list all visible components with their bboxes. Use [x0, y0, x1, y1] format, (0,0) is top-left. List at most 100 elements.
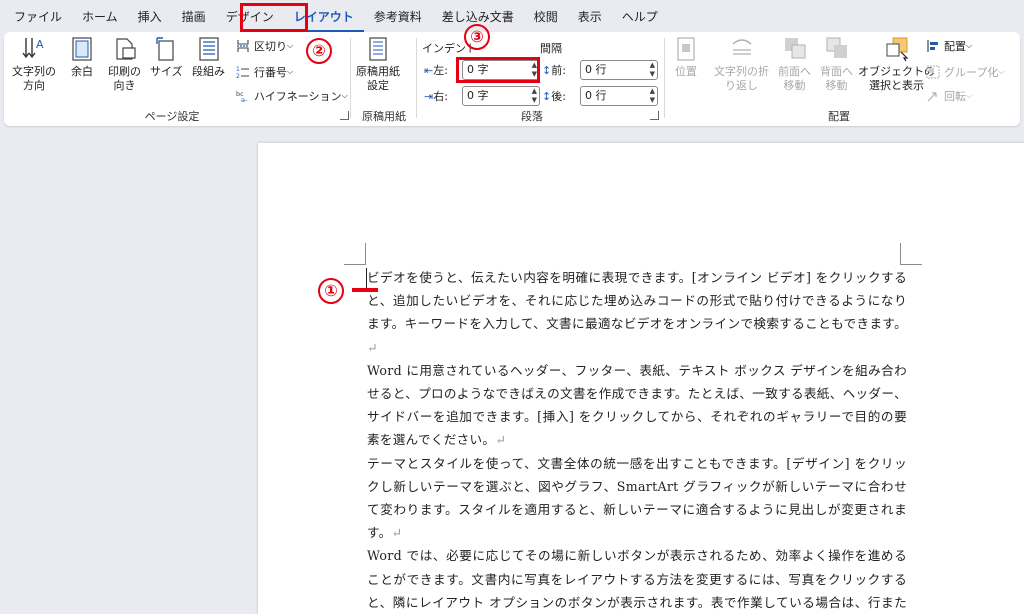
- svg-text:A: A: [36, 38, 44, 51]
- callout-two: ②: [306, 38, 332, 64]
- indent-right-label: ⇥右:: [424, 90, 448, 103]
- spacing-before-label: ↕前:: [542, 64, 566, 77]
- tab-review[interactable]: 校閲: [524, 2, 568, 32]
- tab-insert[interactable]: 挿入: [128, 2, 172, 32]
- tab-references[interactable]: 参考資料: [364, 2, 432, 32]
- hyphenation-icon: bc a-: [236, 90, 248, 103]
- paragraph[interactable]: ビデオを使うと、伝えたい内容を明確に表現できます。[オンライン ビデオ] をクリ…: [367, 266, 907, 359]
- wrap-text-button[interactable]: 文字列の折 り返し: [714, 36, 769, 93]
- spacing-after-input[interactable]: 0 行 ▲ ▼: [580, 86, 658, 106]
- document-body[interactable]: ビデオを使うと、伝えたい内容を明確に表現できます。[オンライン ビデオ] をクリ…: [367, 266, 907, 614]
- tab-view[interactable]: 表示: [568, 2, 612, 32]
- document-page: ビデオを使うと、伝えたい内容を明確に表現できます。[オンライン ビデオ] をクリ…: [258, 143, 1024, 614]
- group-divider: [416, 38, 417, 118]
- position-button[interactable]: 位置: [674, 36, 698, 79]
- chevron-down-icon: ⌵: [287, 67, 294, 76]
- genko-paper-icon: [369, 37, 387, 61]
- genko-setup-button[interactable]: 原稿用紙 設定: [356, 36, 400, 93]
- text-direction-button[interactable]: A 文字列の 方向: [12, 36, 56, 93]
- align-button[interactable]: 配置 ⌵: [926, 38, 972, 54]
- send-backward-icon: [826, 37, 847, 58]
- group-divider: [664, 38, 665, 118]
- breaks-label: 区切り: [254, 40, 287, 53]
- orientation-label: 印刷の 向き: [108, 65, 141, 92]
- rotate-label: 回転: [944, 90, 966, 103]
- spinner-arrows-icon[interactable]: ▲ ▼: [650, 61, 655, 79]
- margins-button[interactable]: 余白: [70, 36, 94, 79]
- text-direction-label: 文字列の 方向: [12, 65, 56, 92]
- text-cursor: [366, 268, 367, 288]
- wrap-text-label: 文字列の折 り返し: [714, 65, 769, 92]
- spinner-arrows-icon[interactable]: ▲ ▼: [532, 61, 537, 79]
- page-setup-dialog-launcher-icon[interactable]: [340, 111, 349, 120]
- indent-left-label: ⇤左:: [424, 64, 448, 77]
- align-icon: [927, 40, 938, 52]
- line-numbers-label: 行番号: [254, 66, 287, 79]
- breaks-icon: [237, 40, 249, 52]
- group-button[interactable]: グループ化 ⌵: [926, 64, 1004, 80]
- spinner-arrows-icon[interactable]: ▲ ▼: [532, 87, 537, 105]
- group-divider: [350, 38, 351, 118]
- paragraph-dialog-launcher-icon[interactable]: [650, 111, 659, 120]
- paragraph-mark-icon: ↵: [391, 525, 403, 541]
- bring-forward-button[interactable]: 前面へ 移動: [778, 36, 811, 93]
- send-backward-button[interactable]: 背面へ 移動: [820, 36, 853, 93]
- spacing-before-icon: ↕: [542, 64, 552, 77]
- tab-home[interactable]: ホーム: [72, 2, 128, 32]
- columns-label: 段組み: [192, 65, 225, 78]
- hyphenation-button[interactable]: bc a- ハイフネーション ⌵: [236, 88, 348, 104]
- line-numbers-button[interactable]: 1 2 行番号 ⌵: [236, 64, 293, 80]
- chevron-down-icon: ⌵: [287, 41, 294, 50]
- columns-button[interactable]: 段組み: [192, 36, 225, 79]
- chevron-down-icon: ⌵: [998, 67, 1005, 76]
- bring-forward-label: 前面へ 移動: [778, 65, 811, 92]
- genko-group-label: 原稿用紙: [362, 110, 406, 123]
- tab-design[interactable]: デザイン: [216, 2, 284, 32]
- indent-left-input[interactable]: 0 字 ▲ ▼: [462, 60, 540, 80]
- size-icon: [156, 37, 174, 61]
- indent-marker-underline: [352, 288, 378, 292]
- tab-file[interactable]: ファイル: [4, 2, 72, 32]
- send-backward-label: 背面へ 移動: [820, 65, 853, 92]
- callout-one: ①: [318, 278, 344, 304]
- selection-pane-label: オブジェクトの 選択と表示: [858, 65, 935, 92]
- position-icon: [677, 37, 695, 61]
- columns-icon: [198, 37, 219, 61]
- spinner-arrows-icon[interactable]: ▲ ▼: [650, 87, 655, 105]
- tab-draw[interactable]: 描画: [172, 2, 216, 32]
- text-direction-icon: A: [22, 38, 44, 59]
- spacing-after-icon: ↕: [542, 90, 552, 103]
- breaks-button[interactable]: 区切り ⌵: [236, 38, 293, 54]
- wrap-text-icon: [732, 39, 751, 55]
- paragraph-mark-icon: ↵: [367, 339, 378, 355]
- genko-setup-label: 原稿用紙 設定: [356, 65, 400, 92]
- size-button[interactable]: サイズ: [150, 36, 183, 79]
- paragraph[interactable]: テーマとスタイルを使って、文書全体の統一感を出すこともできます。[デザイン] を…: [367, 452, 907, 545]
- spacing-header: 間隔: [540, 42, 562, 55]
- selection-pane-button[interactable]: オブジェクトの 選択と表示: [858, 36, 935, 93]
- spacing-before-input[interactable]: 0 行 ▲ ▼: [580, 60, 658, 80]
- margins-label: 余白: [71, 65, 93, 78]
- chevron-down-icon: ⌵: [341, 91, 348, 100]
- group-icon: [926, 65, 940, 79]
- rotate-button[interactable]: 回転 ⌵: [926, 88, 972, 104]
- line-numbers-icon: 1 2: [236, 66, 249, 79]
- ribbon: A 文字列の 方向 余白 印刷の 向き サイズ 段組み 区切り ⌵ 1 2 行番…: [4, 32, 1020, 126]
- chevron-down-icon: ⌵: [966, 91, 973, 100]
- svg-text:1: 1: [236, 66, 240, 73]
- crop-mark-top-left: [344, 243, 366, 265]
- tab-layout[interactable]: レイアウト: [283, 2, 364, 32]
- paragraph[interactable]: Word では、必要に応じてその場に新しいボタンが表示されるため、効率よく操作を…: [367, 544, 907, 614]
- svg-text:a-: a-: [241, 96, 248, 103]
- tab-help[interactable]: ヘルプ: [612, 2, 668, 32]
- position-label: 位置: [675, 65, 697, 78]
- hyphenation-label: ハイフネーション: [254, 90, 342, 103]
- orientation-button[interactable]: 印刷の 向き: [108, 36, 141, 93]
- orientation-icon: [115, 38, 136, 60]
- paragraph-mark-icon: ↵: [495, 432, 507, 448]
- indent-right-input[interactable]: 0 字 ▲ ▼: [462, 86, 540, 106]
- size-label: サイズ: [150, 65, 183, 78]
- paragraph[interactable]: Word に用意されているヘッダー、フッター、表紙、テキスト ボックス デザイン…: [367, 359, 907, 452]
- margins-icon: [72, 37, 92, 61]
- bring-forward-icon: [784, 38, 805, 59]
